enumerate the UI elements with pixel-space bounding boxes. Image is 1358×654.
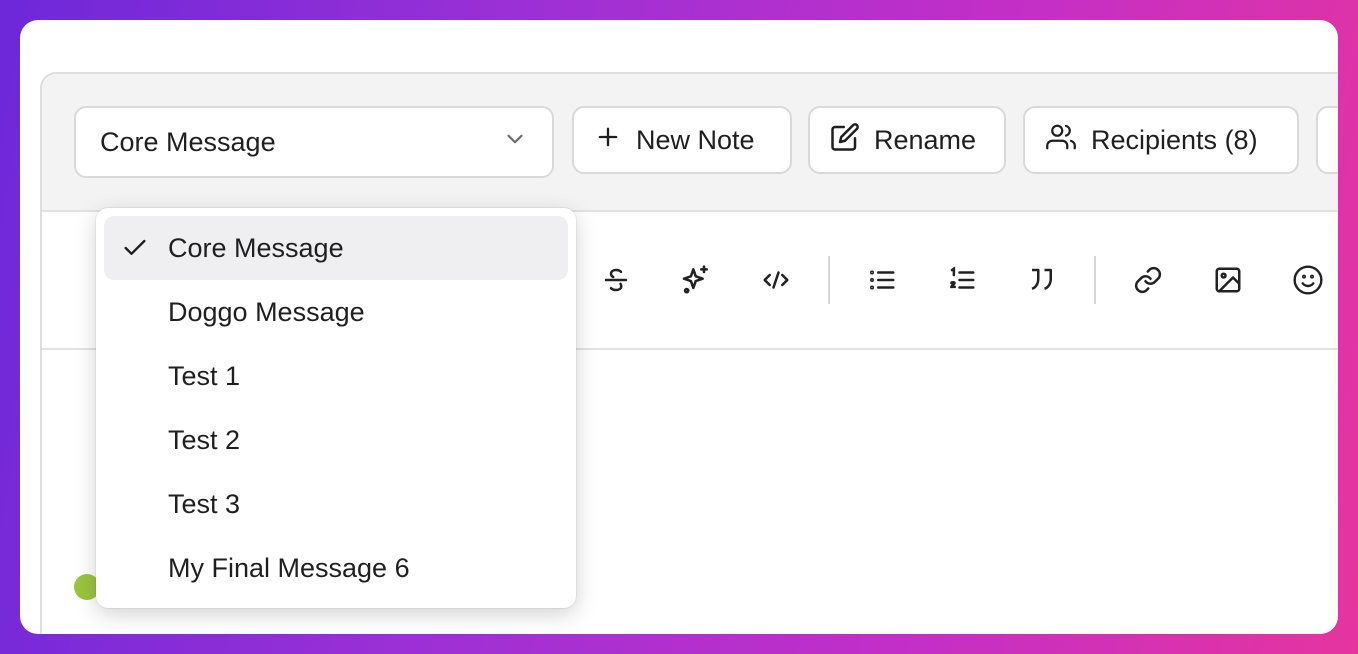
edit-icon [830,122,860,159]
dropdown-option-test-1[interactable]: Test 1 [104,344,568,408]
note-select[interactable]: Core Message [74,106,554,178]
dropdown-option-core-message[interactable]: Core Message [104,216,568,280]
dropdown-option-label: Core Message [168,232,344,263]
dropdown-option-test-3[interactable]: Test 3 [104,472,568,536]
dropdown-option-label: Test 1 [168,360,241,391]
note-dropdown-menu: Core Message Doggo Message Test 1 Test 2… [96,208,576,608]
dropdown-option-label: Test 3 [168,488,241,519]
new-note-button[interactable]: New Note [572,106,792,174]
dropdown-option-test-2[interactable]: Test 2 [104,408,568,472]
check-icon [120,234,150,269]
bullet-list-icon[interactable] [860,258,904,302]
emoji-icon[interactable] [1286,258,1330,302]
recipients-label: Recipients (8) [1091,124,1258,155]
numbered-list-icon[interactable] [940,258,984,302]
users-icon [1045,122,1077,159]
note-toolbar: Core Message New Note Rename Recipients … [42,74,1338,212]
image-icon[interactable] [1206,258,1250,302]
more-toolbar-button[interactable] [1316,106,1338,174]
app-window: Core Message New Note Rename Recipients … [20,20,1338,634]
toolbar-divider [828,256,830,304]
chevron-down-icon [502,126,528,159]
dropdown-option-doggo-message[interactable]: Doggo Message [104,280,568,344]
strikethrough-icon[interactable] [594,258,638,302]
recipients-button[interactable]: Recipients (8) [1023,106,1299,174]
rename-button[interactable]: Rename [808,106,1006,174]
dropdown-option-label: Doggo Message [168,296,365,327]
plus-icon [594,123,622,158]
dropdown-option-label: Test 2 [168,424,241,455]
link-icon[interactable] [1126,258,1170,302]
quote-icon[interactable] [1020,258,1064,302]
note-select-value: Core Message [100,126,276,157]
dropdown-option-label: My Final Message 6 [168,552,410,583]
sparkles-icon[interactable] [674,258,718,302]
new-note-label: New Note [636,124,755,155]
toolbar-divider [1094,256,1096,304]
code-icon[interactable] [754,258,798,302]
dropdown-option-my-final-message-6[interactable]: My Final Message 6 [104,536,568,600]
rename-label: Rename [874,124,977,155]
